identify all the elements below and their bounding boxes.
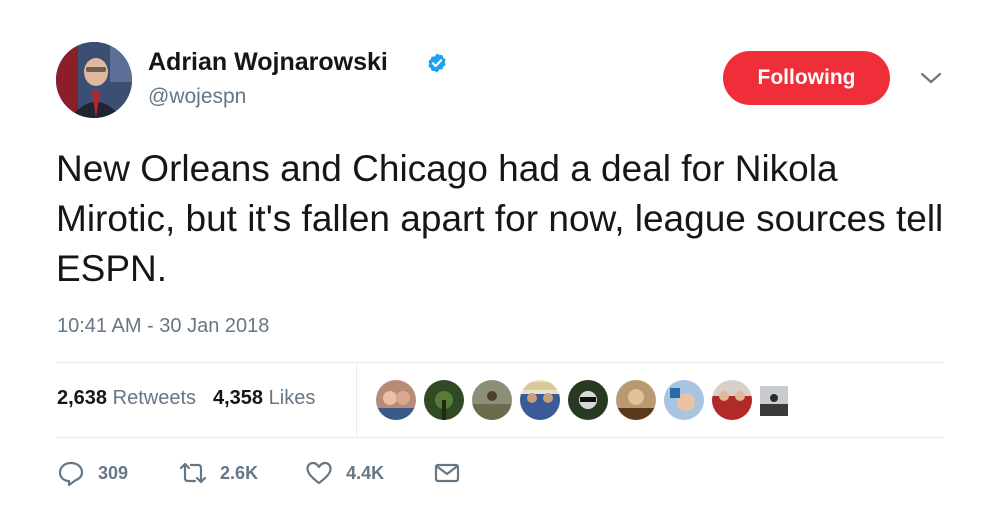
like-count: 4.4K (346, 462, 385, 483)
liker-avatar[interactable] (760, 386, 788, 416)
following-button[interactable]: Following (723, 51, 890, 105)
envelope-icon (435, 463, 460, 483)
liker-avatar[interactable] (520, 380, 560, 420)
chevron-down-icon[interactable] (918, 68, 944, 88)
retweet-button[interactable]: 2.6K (178, 458, 258, 488)
divider (56, 362, 944, 363)
heart-icon (306, 461, 332, 485)
author-name[interactable]: Adrian Wojnarowski (148, 48, 388, 77)
reply-icon (58, 461, 84, 487)
author-handle[interactable]: @wojespn (148, 85, 246, 109)
stats-divider (356, 363, 357, 437)
liker-avatar[interactable] (472, 380, 512, 420)
retweets-stat[interactable]: 2,638 Retweets (57, 387, 196, 410)
like-button[interactable]: 4.4K (304, 458, 384, 488)
author-avatar[interactable] (56, 42, 132, 118)
likes-stat[interactable]: 4,358 Likes (213, 387, 315, 410)
retweets-count: 2,638 (57, 387, 108, 409)
likes-count: 4,358 (213, 387, 264, 409)
liker-avatar[interactable] (616, 380, 656, 420)
liker-avatar[interactable] (664, 380, 704, 420)
tweet-stats: 2,638 Retweets 4,358 Likes (57, 387, 332, 410)
reply-button[interactable]: 309 (56, 458, 128, 488)
liker-avatars (376, 380, 796, 420)
retweets-label: Retweets (112, 387, 196, 409)
liker-avatar[interactable] (376, 380, 416, 420)
retweet-icon (179, 462, 207, 484)
verified-badge-icon (428, 53, 446, 73)
tweet-actions: 309 2.6K 4.4K (56, 455, 502, 491)
liker-avatar[interactable] (712, 380, 752, 420)
direct-message-button[interactable] (432, 458, 462, 488)
retweet-count: 2.6K (220, 462, 259, 483)
divider (56, 437, 944, 438)
likes-label: Likes (268, 387, 316, 409)
reply-count: 309 (98, 462, 129, 483)
tweet-timestamp[interactable]: 10:41 AM - 30 Jan 2018 (57, 315, 269, 338)
tweet-text: New Orleans and Chicago had a deal for N… (56, 148, 944, 289)
liker-avatar[interactable] (424, 380, 464, 420)
liker-avatar[interactable] (568, 380, 608, 420)
